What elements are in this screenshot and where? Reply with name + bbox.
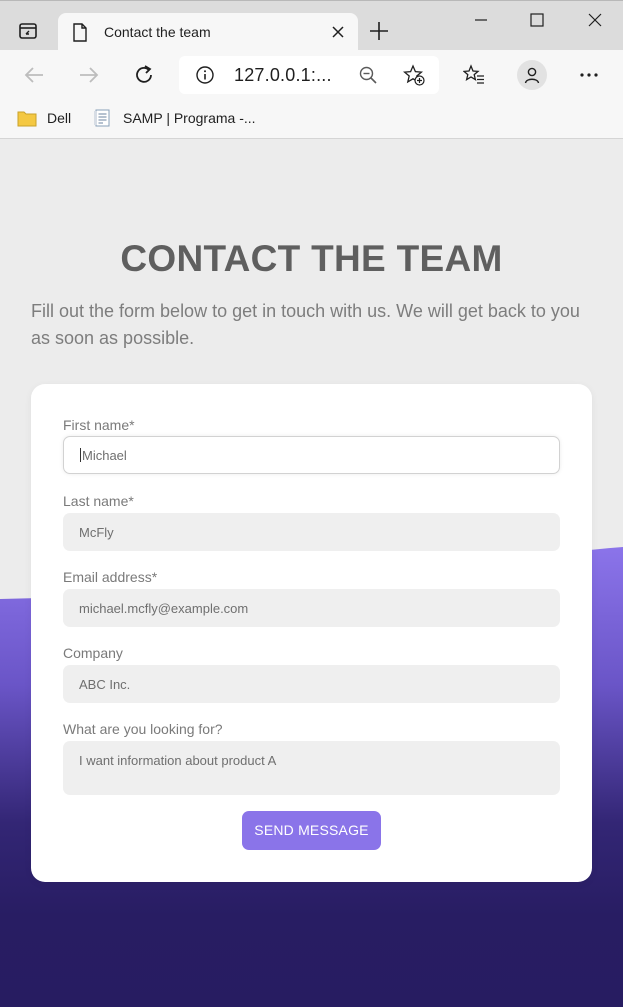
email-label: Email address* [63,569,158,585]
company-label: Company [63,645,123,661]
page-icon [73,23,87,42]
minimize-icon[interactable] [470,9,492,31]
back-arrow-icon[interactable] [22,63,46,87]
add-favorite-icon[interactable] [403,64,425,86]
page-viewport: CONTACT THE TEAM Fill out the form below… [0,140,623,1007]
text-caret [80,448,81,462]
contact-form: First name* Michael Last name* McFly Ema… [31,384,592,882]
info-icon[interactable] [196,66,214,84]
bookmark-samp[interactable]: SAMP | Programa -... [93,107,256,129]
tab-actions-icon[interactable] [17,20,39,42]
bookmark-label: SAMP | Programa -... [123,110,256,126]
first-name-label: First name* [63,417,135,433]
address-bar[interactable]: 127.0.0.1:... [179,56,439,94]
message-textarea[interactable]: I want information about product A [63,741,560,795]
folder-icon [17,111,37,127]
more-menu-icon[interactable] [577,63,601,87]
close-tab-icon[interactable] [330,24,346,40]
close-window-icon[interactable] [584,9,606,31]
last-name-input[interactable]: McFly [63,513,560,551]
first-name-value: Michael [82,448,127,463]
document-icon [94,109,110,127]
page-title: CONTACT THE TEAM [120,238,503,279]
bookmark-label: Dell [47,110,72,126]
maximize-icon[interactable] [526,9,548,31]
send-message-button[interactable]: SEND MESSAGE [242,811,381,850]
new-tab-icon[interactable] [368,20,390,42]
profile-icon[interactable] [517,60,547,90]
bookmark-dell[interactable]: Dell [17,107,71,129]
url-text[interactable]: 127.0.0.1:... [234,65,332,86]
first-name-input[interactable]: Michael [63,436,560,474]
message-label: What are you looking for? [63,721,223,737]
tab-bar: Contact the team [0,0,623,51]
favorites-icon[interactable] [462,63,486,87]
reload-icon[interactable] [132,63,156,87]
last-name-label: Last name* [63,493,134,509]
zoom-out-icon[interactable] [359,66,377,84]
company-input[interactable]: ABC Inc. [63,665,560,703]
tab-title: Contact the team [104,24,211,40]
email-input[interactable]: michael.mcfly@example.com [63,589,560,627]
forward-arrow-icon[interactable] [77,63,101,87]
active-tab[interactable]: Contact the team [58,13,358,51]
page-intro: Fill out the form below to get in touch … [31,301,580,348]
bookmarks-bar: Dell SAMP | Programa -... [0,100,623,139]
